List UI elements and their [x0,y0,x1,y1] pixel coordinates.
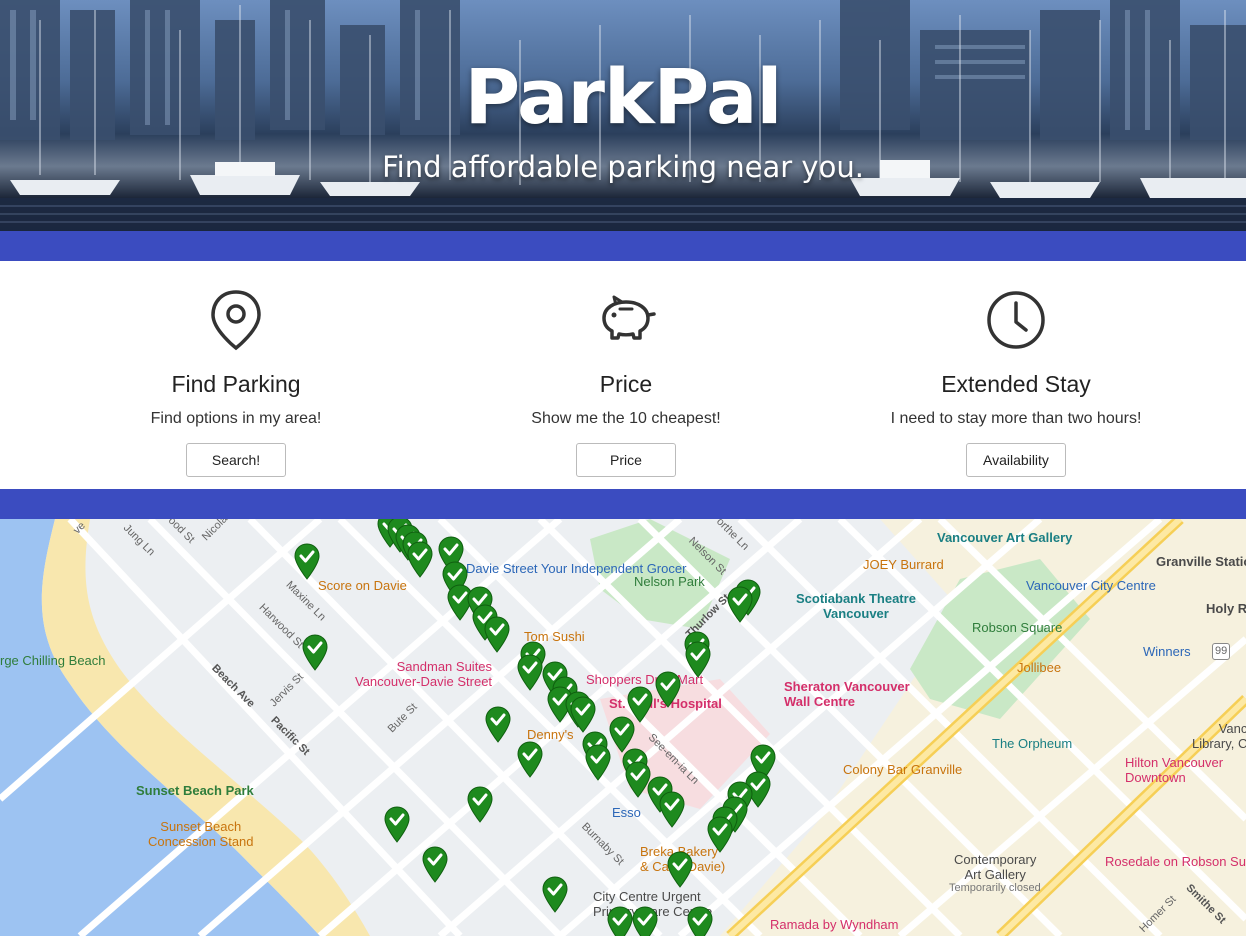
place-vcc[interactable]: Vancouver City Centre [1026,578,1156,593]
map-pin-icon [211,290,261,351]
parking-spot-pin[interactable] [686,905,714,936]
place-colony[interactable]: Colony Bar Granville [843,762,962,777]
place-ramada[interactable]: Ramada by Wyndham [770,917,899,932]
parking-spot-pin[interactable] [484,705,512,743]
parking-spot-pin[interactable] [516,653,544,691]
parking-spot-pin[interactable] [658,790,686,828]
place-temp-closed: Temporarily closed [949,882,1041,894]
feature-text: Find options in my area! [150,410,322,427]
parking-spot-pin[interactable] [606,905,634,936]
parking-spot-pin[interactable] [421,845,449,883]
parking-spot-pin[interactable] [293,542,321,580]
place-rosedale[interactable]: Rosedale on Robson Su [1105,854,1246,869]
parking-spot-pin[interactable] [706,815,734,853]
place-vag[interactable]: Vancouver Art Gallery [937,530,1072,545]
hero-banner: ParkPal Find affordable parking near you… [0,0,1246,231]
feature-title: Find Parking [171,371,301,397]
feature-find-parking: Find Parking Find options in my area! Se… [86,261,386,477]
place-winners[interactable]: Winners [1143,644,1191,659]
features-section: Find Parking Find options in my area! Se… [0,261,1246,489]
place-chilling-beach[interactable]: rge Chilling Beach [0,653,106,668]
price-button[interactable]: Price [576,443,676,477]
place-scotiabank[interactable]: Scotiabank Theatre Vancouver [796,591,916,621]
feature-text: Show me the 10 cheapest! [531,410,721,427]
place-orpheum[interactable]: The Orpheum [992,736,1072,751]
place-sheraton[interactable]: Sheraton Vancouver Wall Centre [784,679,910,709]
divider-band-bottom [0,489,1246,519]
parking-spot-pin[interactable] [631,905,659,936]
feature-text: I need to stay more than two hours! [890,410,1142,427]
parking-spot-pin[interactable] [483,615,511,653]
search-button[interactable]: Search! [186,443,286,477]
parking-spot-pin[interactable] [383,805,411,843]
parking-map[interactable]: Davie Street Your Independent Grocer Sco… [0,519,1246,936]
parking-spot-pin[interactable] [654,670,682,708]
divider-band-top [0,231,1246,261]
place-joey[interactable]: JOEY Burrard [863,557,944,572]
place-sunset-concession[interactable]: Sunset Beach Concession Stand [148,819,254,849]
place-nelson-park[interactable]: Nelson Park [634,574,705,589]
place-esso[interactable]: Esso [612,805,641,820]
page-subtitle: Find affordable parking near you. [382,150,864,184]
place-granville[interactable]: Granville Station [1156,554,1246,569]
feature-title: Price [599,371,653,397]
availability-button[interactable]: Availability [966,443,1066,477]
clock-icon [987,291,1045,349]
parking-spot-pin[interactable] [516,740,544,778]
place-hilton[interactable]: Hilton Vancouver Downtown [1125,755,1223,785]
parking-spot-pin[interactable] [569,695,597,733]
parking-spot-pin[interactable] [406,540,434,578]
feature-title: Extended Stay [941,371,1091,397]
place-jollibee[interactable]: Jollibee [1017,660,1061,675]
parking-spot-pin[interactable] [466,785,494,823]
place-library[interactable]: Vanc Library, C [1192,721,1246,751]
place-sunset-park[interactable]: Sunset Beach Park [136,783,254,798]
parking-spot-pin[interactable] [726,585,754,623]
feature-price: Price Show me the 10 cheapest! Price [476,261,776,477]
parking-spot-pin[interactable] [541,875,569,913]
parking-spot-pin[interactable] [301,633,329,671]
route-shield: 99 [1212,643,1231,660]
place-sandman[interactable]: Sandman Suites Vancouver-Davie Street [355,659,492,689]
parking-spot-pin[interactable] [684,640,712,678]
piggy-bank-icon [602,295,656,340]
place-contemporary[interactable]: Contemporary Art Gallery [954,852,1036,882]
page-title: ParkPal [464,52,783,141]
parking-spot-pin[interactable] [666,850,694,888]
place-score-on-davie[interactable]: Score on Davie [318,578,407,593]
feature-extended-stay: Extended Stay I need to stay more than t… [866,261,1166,477]
parking-spot-pin[interactable] [584,743,612,781]
place-holy[interactable]: Holy Ro [1206,601,1246,616]
place-robson-square[interactable]: Robson Square [972,620,1062,635]
